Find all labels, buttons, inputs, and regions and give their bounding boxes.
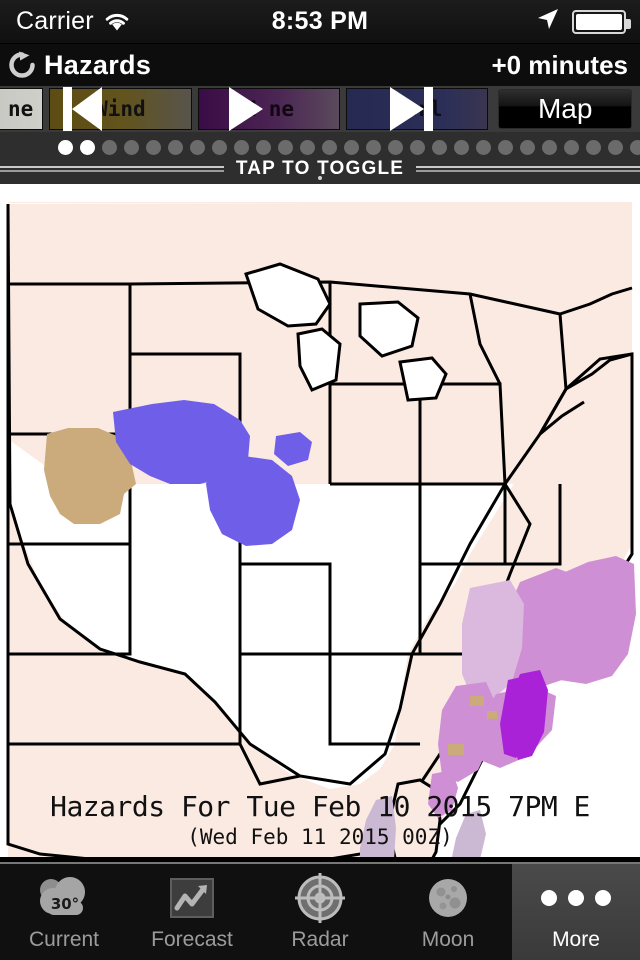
map-button[interactable]: Map xyxy=(498,89,632,129)
tab-radar[interactable]: Radar xyxy=(256,864,384,960)
tab-current[interactable]: 30° Current xyxy=(0,864,128,960)
frame-dot[interactable] xyxy=(608,140,623,155)
frame-dot[interactable] xyxy=(630,140,640,155)
frame-dot[interactable] xyxy=(146,140,161,155)
frame-indicator-bar[interactable]: TAP TO TOGGLE xyxy=(0,132,640,184)
frame-dot[interactable] xyxy=(58,140,73,155)
frame-dot[interactable] xyxy=(432,140,447,155)
frame-dot[interactable] xyxy=(278,140,293,155)
weather-app-screen: Carrier 8:53 PM Hazards +0 minutes ne Wi… xyxy=(0,0,640,960)
time-offset-label: +0 minutes xyxy=(491,49,628,80)
page-title: Hazards xyxy=(44,49,152,80)
status-bar: Carrier 8:53 PM xyxy=(0,0,640,44)
hazards-map-graphic xyxy=(0,184,640,857)
tab-forecast[interactable]: Forecast xyxy=(128,864,256,960)
tab-label-moon: Moon xyxy=(421,928,475,951)
frame-dot[interactable] xyxy=(234,140,249,155)
frame-dot[interactable] xyxy=(388,140,403,155)
tab-more[interactable]: More xyxy=(512,864,640,960)
frame-dot[interactable] xyxy=(520,140,535,155)
frame-dot[interactable] xyxy=(564,140,579,155)
skip-previous-icon[interactable] xyxy=(63,87,103,131)
hazards-map[interactable]: Hazards For Tue Feb 10 2015 7PM E (Wed F… xyxy=(0,184,640,857)
layer-button-ozone[interactable]: ne xyxy=(0,88,44,130)
frame-dot[interactable] xyxy=(586,140,601,155)
frame-dot[interactable] xyxy=(410,140,425,155)
bottom-tab-bar: 30° Current Forecast Radar Moon More xyxy=(0,862,640,960)
frame-dot[interactable] xyxy=(454,140,469,155)
skip-next-icon[interactable] xyxy=(389,87,433,131)
frame-dot[interactable] xyxy=(344,140,359,155)
frame-dot[interactable] xyxy=(212,140,227,155)
frame-dot[interactable] xyxy=(124,140,139,155)
chart-trend-icon xyxy=(168,872,216,924)
playback-transport xyxy=(0,86,496,132)
frame-dots[interactable] xyxy=(58,140,640,155)
layer-button-marine[interactable]: M ne xyxy=(197,88,340,130)
frame-dot[interactable] xyxy=(498,140,513,155)
tab-moon[interactable]: Moon xyxy=(384,864,512,960)
frame-dot[interactable] xyxy=(168,140,183,155)
tab-label-forecast: Forecast xyxy=(151,928,233,951)
tab-label-more: More xyxy=(552,928,600,951)
frame-dot[interactable] xyxy=(366,140,381,155)
frame-dot[interactable] xyxy=(80,140,95,155)
cloud-temperature-icon: 30° xyxy=(34,872,94,924)
status-bar-clock: 8:53 PM xyxy=(271,7,369,35)
refresh-icon[interactable] xyxy=(0,44,44,86)
divider-left xyxy=(0,166,224,172)
frame-dot[interactable] xyxy=(102,140,117,155)
frame-dot[interactable] xyxy=(256,140,271,155)
frame-dot[interactable] xyxy=(300,140,315,155)
divider-right xyxy=(416,166,640,172)
moon-icon xyxy=(425,872,471,924)
tab-label-current: Current xyxy=(28,928,100,951)
center-marker-dot xyxy=(318,176,322,180)
frame-dot[interactable] xyxy=(322,140,337,155)
play-icon[interactable] xyxy=(228,87,263,131)
ellipsis-icon xyxy=(541,872,611,924)
frame-dot[interactable] xyxy=(542,140,557,155)
radar-target-icon xyxy=(295,872,345,924)
frame-dot[interactable] xyxy=(190,140,205,155)
tab-label-radar: Radar xyxy=(291,928,349,951)
layer-toolbar: ne Wind M ne terl Map xyxy=(0,86,640,132)
app-header: Hazards +0 minutes xyxy=(0,44,640,86)
battery-full-icon xyxy=(572,9,631,34)
frame-dot[interactable] xyxy=(476,140,491,155)
current-temp-value: 30° xyxy=(51,895,79,913)
